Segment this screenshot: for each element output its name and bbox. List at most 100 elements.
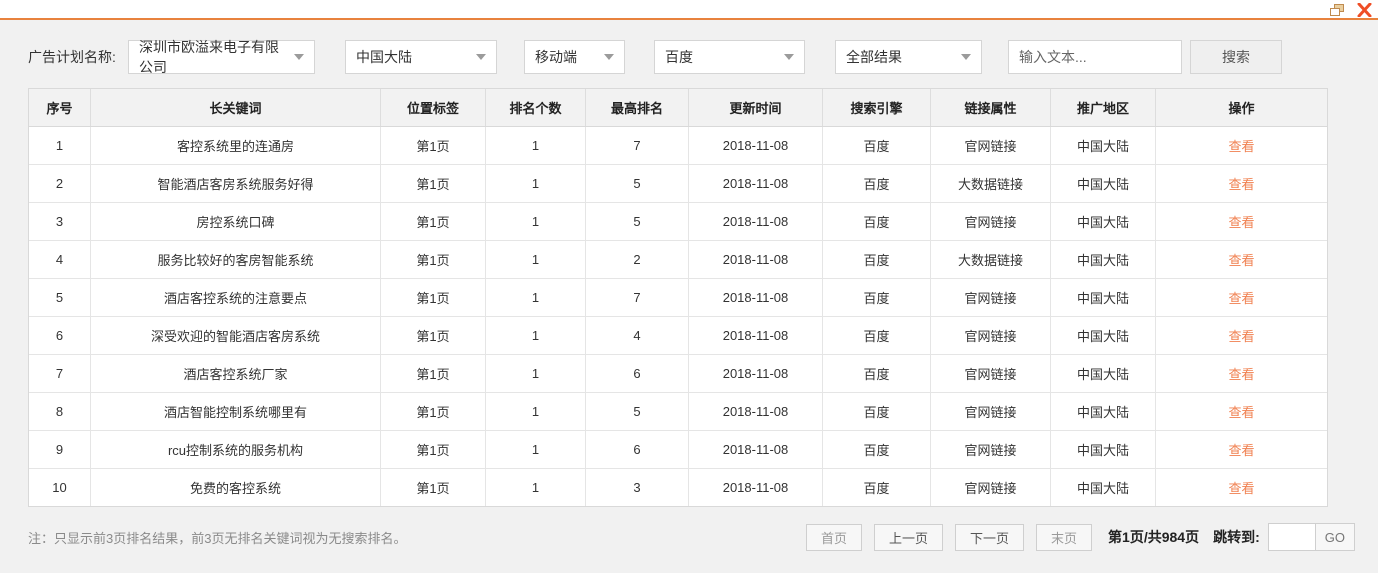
cell-keyword: 客控系统里的连通房 <box>91 127 381 164</box>
cell-no: 7 <box>29 355 91 392</box>
cell-rank-count: 1 <box>486 393 586 430</box>
cell-link-type: 大数据链接 <box>931 165 1051 202</box>
cell-best-rank: 5 <box>586 203 689 240</box>
last-page-button[interactable]: 末页 <box>1036 523 1093 551</box>
cell-action: 查看 <box>1156 431 1327 468</box>
cell-search-engine: 百度 <box>823 317 931 354</box>
cell-search-engine: 百度 <box>823 355 931 392</box>
view-link[interactable]: 查看 <box>1228 136 1254 155</box>
cell-position-tag: 第1页 <box>381 203 486 240</box>
prev-page-button[interactable]: 上一页 <box>874 523 944 551</box>
cell-best-rank: 7 <box>586 279 689 316</box>
table-body: 1 客控系统里的连通房 第1页 1 7 2018-11-08 百度 官网链接 中… <box>29 127 1327 506</box>
cell-region: 中国大陆 <box>1051 241 1156 278</box>
header-rank-count: 排名个数 <box>486 89 586 126</box>
cell-region: 中国大陆 <box>1051 279 1156 316</box>
cell-rank-count: 1 <box>486 317 586 354</box>
cell-no: 9 <box>29 431 91 468</box>
view-link[interactable]: 查看 <box>1228 402 1254 421</box>
cell-search-engine: 百度 <box>823 469 931 506</box>
cell-best-rank: 3 <box>586 469 689 506</box>
view-link[interactable]: 查看 <box>1228 478 1254 497</box>
pagination: 首页 上一页 下一页 末页 第1页/共984页 跳转到: GO <box>794 523 1355 551</box>
cell-link-type: 大数据链接 <box>931 241 1051 278</box>
cell-no: 5 <box>29 279 91 316</box>
cell-best-rank: 4 <box>586 317 689 354</box>
cell-best-rank: 6 <box>586 355 689 392</box>
cell-update-time: 2018-11-08 <box>689 203 823 240</box>
cell-position-tag: 第1页 <box>381 241 486 278</box>
cell-update-time: 2018-11-08 <box>689 469 823 506</box>
cell-search-engine: 百度 <box>823 241 931 278</box>
next-page-button[interactable]: 下一页 <box>955 523 1025 551</box>
view-link[interactable]: 查看 <box>1228 212 1254 231</box>
header-keyword: 长关键词 <box>91 89 381 126</box>
table-row: 10 免费的客控系统 第1页 1 3 2018-11-08 百度 官网链接 中国… <box>29 469 1327 506</box>
table-row: 3 房控系统口碑 第1页 1 5 2018-11-08 百度 官网链接 中国大陆… <box>29 203 1327 241</box>
cell-position-tag: 第1页 <box>381 279 486 316</box>
cell-no: 2 <box>29 165 91 202</box>
jump-page-input[interactable] <box>1267 523 1316 551</box>
cell-no: 10 <box>29 469 91 506</box>
cell-link-type: 官网链接 <box>931 469 1051 506</box>
table-row: 6 深受欢迎的智能酒店客房系统 第1页 1 4 2018-11-08 百度 官网… <box>29 317 1327 355</box>
view-link[interactable]: 查看 <box>1228 326 1254 345</box>
region-select[interactable]: 中国大陆 <box>345 40 497 74</box>
footnote: 注：只显示前3页排名结果，前3页无排名关键词视为无搜索排名。 <box>28 530 407 546</box>
first-page-button[interactable]: 首页 <box>805 523 862 551</box>
search-button[interactable]: 搜索 <box>1190 40 1282 74</box>
table-row: 5 酒店客控系统的注意要点 第1页 1 7 2018-11-08 百度 官网链接… <box>29 279 1327 317</box>
cell-keyword: rcu控制系统的服务机构 <box>91 431 381 468</box>
cell-update-time: 2018-11-08 <box>689 127 823 164</box>
cell-link-type: 官网链接 <box>931 127 1051 164</box>
cell-search-engine: 百度 <box>823 127 931 164</box>
cell-rank-count: 1 <box>486 241 586 278</box>
cell-update-time: 2018-11-08 <box>689 165 823 202</box>
table-header-row: 序号 长关键词 位置标签 排名个数 最高排名 更新时间 搜索引擎 链接属性 推广… <box>29 89 1327 127</box>
cell-keyword: 深受欢迎的智能酒店客房系统 <box>91 317 381 354</box>
table-row: 7 酒店客控系统厂家 第1页 1 6 2018-11-08 百度 官网链接 中国… <box>29 355 1327 393</box>
filter-bar: 广告计划名称: 深圳市欧溢来电子有限公司 中国大陆 移动端 百度 全部结果 搜索 <box>28 39 1378 75</box>
view-link[interactable]: 查看 <box>1228 288 1254 307</box>
go-button[interactable]: GO <box>1315 523 1355 551</box>
cell-rank-count: 1 <box>486 203 586 240</box>
cell-update-time: 2018-11-08 <box>689 279 823 316</box>
chevron-down-icon <box>961 54 971 60</box>
page-info: 第1页/共984页 <box>1108 529 1200 545</box>
restore-window-button[interactable] <box>1330 3 1345 20</box>
plan-select[interactable]: 深圳市欧溢来电子有限公司 <box>128 39 315 75</box>
cell-link-type: 官网链接 <box>931 279 1051 316</box>
cell-update-time: 2018-11-08 <box>689 355 823 392</box>
cell-region: 中国大陆 <box>1051 317 1156 354</box>
cell-rank-count: 1 <box>486 127 586 164</box>
cell-position-tag: 第1页 <box>381 317 486 354</box>
view-link[interactable]: 查看 <box>1228 440 1254 459</box>
cell-no: 1 <box>29 127 91 164</box>
cell-region: 中国大陆 <box>1051 469 1156 506</box>
cell-link-type: 官网链接 <box>931 317 1051 354</box>
device-select[interactable]: 移动端 <box>524 40 625 74</box>
cell-action: 查看 <box>1156 393 1327 430</box>
view-link[interactable]: 查看 <box>1228 364 1254 383</box>
cell-no: 3 <box>29 203 91 240</box>
region-select-value: 中国大陆 <box>356 49 412 65</box>
cell-region: 中国大陆 <box>1051 393 1156 430</box>
table-row: 4 服务比较好的客房智能系统 第1页 1 2 2018-11-08 百度 大数据… <box>29 241 1327 279</box>
cell-position-tag: 第1页 <box>381 355 486 392</box>
cell-rank-count: 1 <box>486 469 586 506</box>
view-link[interactable]: 查看 <box>1228 174 1254 193</box>
table-row: 2 智能酒店客房系统服务好得 第1页 1 5 2018-11-08 百度 大数据… <box>29 165 1327 203</box>
cell-region: 中国大陆 <box>1051 355 1156 392</box>
cell-link-type: 官网链接 <box>931 203 1051 240</box>
close-window-button[interactable] <box>1357 2 1372 20</box>
cell-no: 8 <box>29 393 91 430</box>
search-engine-select[interactable]: 百度 <box>654 40 805 74</box>
titlebar <box>0 0 1378 20</box>
cell-region: 中国大陆 <box>1051 431 1156 468</box>
cell-action: 查看 <box>1156 279 1327 316</box>
view-link[interactable]: 查看 <box>1228 250 1254 269</box>
result-filter-select[interactable]: 全部结果 <box>835 40 982 74</box>
cell-keyword: 免费的客控系统 <box>91 469 381 506</box>
cell-region: 中国大陆 <box>1051 127 1156 164</box>
keyword-search-input[interactable] <box>1008 40 1182 74</box>
